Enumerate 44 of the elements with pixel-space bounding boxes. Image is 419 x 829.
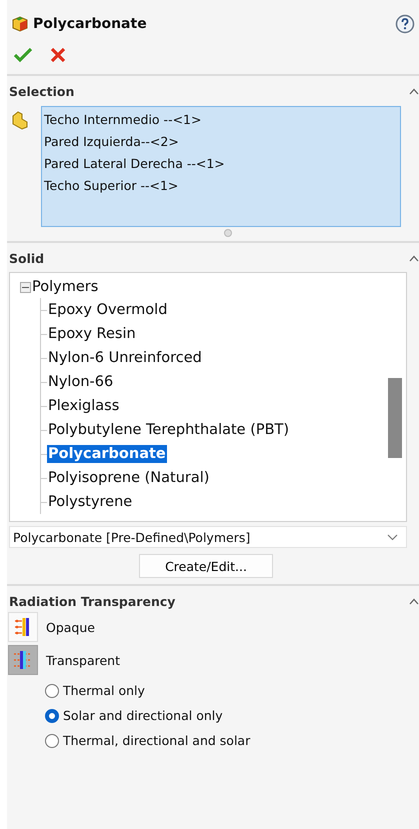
selection-item[interactable]: Techo Superior --<1>: [44, 175, 400, 197]
mode-button[interactable]: [8, 645, 38, 675]
tree-item[interactable]: Nylon-6 Unreinforced: [47, 349, 203, 367]
radio-label: Solar and directional only: [63, 708, 223, 723]
body-icon: [11, 110, 29, 130]
selection-item[interactable]: Pared Lateral Derecha --<1>: [44, 153, 400, 175]
tree-item[interactable]: Polybutylene Terephthalate (PBT): [47, 421, 290, 439]
close-icon[interactable]: [49, 46, 67, 64]
radio-button[interactable]: [45, 708, 59, 722]
tree-item[interactable]: Polycarbonate: [47, 445, 167, 463]
mode-label: Transparent: [46, 652, 120, 668]
section-title: Radiation Transparency: [9, 594, 176, 608]
scrollbar-thumb[interactable]: [388, 378, 402, 458]
tree-item[interactable]: Polystyrene: [47, 493, 134, 511]
section-title: Selection: [9, 84, 74, 98]
mode-label: Opaque: [46, 620, 95, 634]
panel-title: Polycarbonate: [33, 16, 148, 32]
radio-label: Thermal only: [63, 683, 145, 698]
tree-item[interactable]: Epoxy Resin: [47, 325, 137, 343]
collapse-icon[interactable]: [409, 88, 419, 94]
selection-list[interactable]: Techo Internmedio --<1> Pared Izquierda--<2> Pared Lateral Derecha --<1> Techo Superior --<1>: [41, 106, 401, 227]
tree-item[interactable]: Plexiglass: [47, 397, 120, 415]
tree-item[interactable]: Nylon-66: [47, 373, 114, 391]
opaque-wall-icon: [14, 617, 32, 637]
help-icon[interactable]: [395, 14, 415, 34]
section-title: Solid: [9, 250, 44, 266]
transparent-wall-icon: [14, 650, 32, 670]
resize-handle[interactable]: [224, 229, 232, 237]
material-icon: [11, 15, 29, 33]
radio-button[interactable]: [45, 734, 59, 748]
material-dropdown[interactable]: Polycarbonate [Pre-Defined\Polymers]: [9, 526, 407, 548]
selection-item[interactable]: Techo Internmedio --<1>: [44, 109, 400, 131]
collapse-icon[interactable]: [409, 598, 419, 604]
radio-label: Thermal, directional and solar: [63, 733, 250, 748]
tree-item[interactable]: Polymers: [32, 279, 98, 295]
selection-item[interactable]: Pared Izquierda--<2>: [44, 131, 400, 153]
ok-icon[interactable]: [13, 46, 33, 64]
chevron-icon: [387, 534, 398, 540]
create-edit-button[interactable]: Create/Edit...: [139, 554, 273, 578]
collapse-toggle-icon[interactable]: [20, 282, 31, 292]
collapse-icon[interactable]: [409, 254, 419, 262]
radio-button[interactable]: [45, 684, 59, 698]
tree-item[interactable]: Epoxy Overmold: [47, 301, 168, 319]
tree-item[interactable]: Polyisoprene (Natural): [47, 469, 210, 487]
